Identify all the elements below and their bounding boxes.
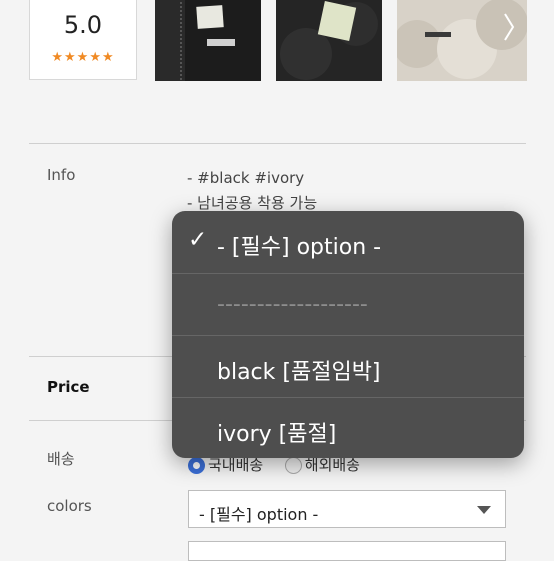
shipping-overseas-radio[interactable] xyxy=(284,457,302,474)
option-select[interactable] xyxy=(188,541,506,561)
checkmark-icon: ✓ xyxy=(188,227,208,253)
info-label: Info xyxy=(47,166,76,184)
dropdown-option-black[interactable]: black [품절임박] xyxy=(172,335,524,397)
colors-select[interactable]: - [필수] option - xyxy=(188,490,506,528)
dropdown-option-label: ivory [품절] xyxy=(217,422,337,447)
price-label: Price xyxy=(47,378,90,396)
rating-box: 5.0 ★★★★★ xyxy=(29,0,137,80)
info-line: - #black #ivory xyxy=(187,169,305,187)
dropdown-option-label: black [품절임박] xyxy=(217,360,381,385)
dropdown-option-required[interactable]: ✓ - [필수] option - xyxy=(172,211,524,273)
dropdown-option-label: ------------------- xyxy=(217,292,368,317)
dropdown-option-ivory[interactable]: ivory [품절] xyxy=(172,397,524,458)
chevron-down-icon xyxy=(477,506,491,514)
option-dropdown-menu: ✓ - [필수] option - ------------------- bl… xyxy=(172,211,524,458)
chevron-right-icon[interactable] xyxy=(503,12,515,42)
colors-label: colors xyxy=(47,497,92,515)
review-photo-thumbnail[interactable] xyxy=(276,0,382,81)
star-rating-icon: ★★★★★ xyxy=(51,50,115,65)
shipping-overseas-label[interactable]: 해외배송 xyxy=(305,456,360,474)
shipping-domestic-radio[interactable] xyxy=(188,457,205,474)
shipping-domestic-label[interactable]: 국내배송 xyxy=(208,456,263,474)
divider xyxy=(29,143,526,144)
colors-select-value: - [필수] option - xyxy=(199,505,319,524)
rating-score: 5.0 xyxy=(63,11,103,39)
dropdown-option-separator[interactable]: ------------------- xyxy=(172,273,524,335)
info-text: - #black #ivory - 남녀공용 착용 가능 xyxy=(187,166,317,216)
review-photo-thumbnail[interactable] xyxy=(155,0,261,81)
shipping-label: 배송 xyxy=(47,450,75,468)
dropdown-option-label: - [필수] option - xyxy=(217,235,382,260)
